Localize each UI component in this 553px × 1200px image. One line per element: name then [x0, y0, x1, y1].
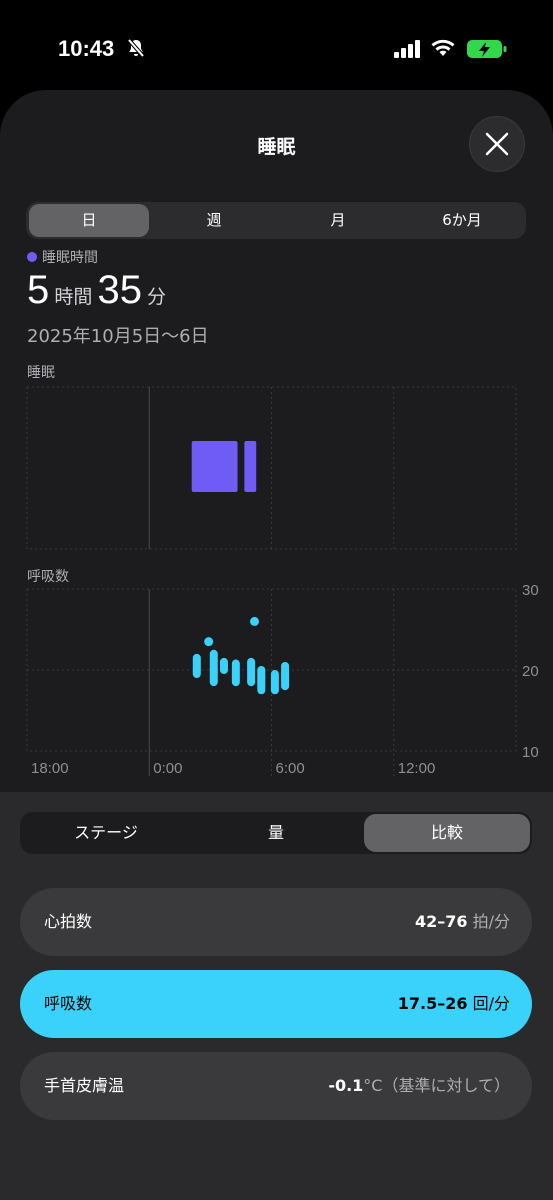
row-value: -0.1 [328, 1076, 364, 1095]
y-tick-label: 30 [522, 582, 539, 599]
row-name: 心拍数 [44, 912, 93, 931]
row-unit: °C（基準に対して） [363, 1076, 510, 1095]
sleep-bar [191, 441, 238, 492]
bottom-panel: ステージ 量 比較 心拍数 42–76 拍/分 呼吸数 17.5–26 回/分 … [0, 792, 553, 1200]
tab-compare[interactable]: 比較 [364, 814, 530, 852]
view-segmented-control: ステージ 量 比較 [20, 812, 532, 854]
tab-stages[interactable]: ステージ [22, 812, 190, 854]
status-bar: 10:43 [0, 0, 553, 90]
sleep-bar [244, 441, 257, 492]
signal-icon [394, 40, 422, 62]
heart-rate-row[interactable]: 心拍数 42–76 拍/分 [20, 888, 532, 956]
row-unit: 拍/分 [467, 912, 510, 931]
wrist-temperature-row[interactable]: 手首皮膚温 -0.1°C（基準に対して） [20, 1052, 532, 1120]
wifi-icon [430, 38, 456, 62]
tab-amount[interactable]: 量 [192, 812, 360, 854]
sleep-charts: 30 20 10 18:00 0:00 6:00 12:00 [26, 386, 539, 777]
x-tick-label: 18:00 [31, 760, 69, 777]
resp-point [204, 637, 214, 647]
resp-point [250, 616, 260, 626]
row-value: 42–76 [414, 912, 468, 931]
sleep-sheet: 睡眠 日 週 月 6か月 睡眠時間 5 時間 35 分 2025年10月5日〜6… [0, 90, 553, 1200]
battery-charging-icon [466, 38, 508, 64]
y-tick-label: 10 [522, 744, 539, 761]
status-time: 10:43 [58, 36, 115, 61]
row-name: 手首皮膚温 [44, 1076, 125, 1095]
x-tick-label: 0:00 [153, 760, 182, 777]
x-tick-label: 6:00 [276, 760, 305, 777]
x-tick-label: 12:00 [398, 760, 436, 777]
silent-bell-icon [126, 38, 146, 62]
row-value: 17.5–26 [397, 994, 468, 1013]
row-name: 呼吸数 [44, 994, 93, 1013]
row-unit: 回/分 [467, 994, 510, 1013]
y-tick-label: 20 [522, 663, 539, 680]
respiratory-rate-row[interactable]: 呼吸数 17.5–26 回/分 [20, 970, 532, 1038]
